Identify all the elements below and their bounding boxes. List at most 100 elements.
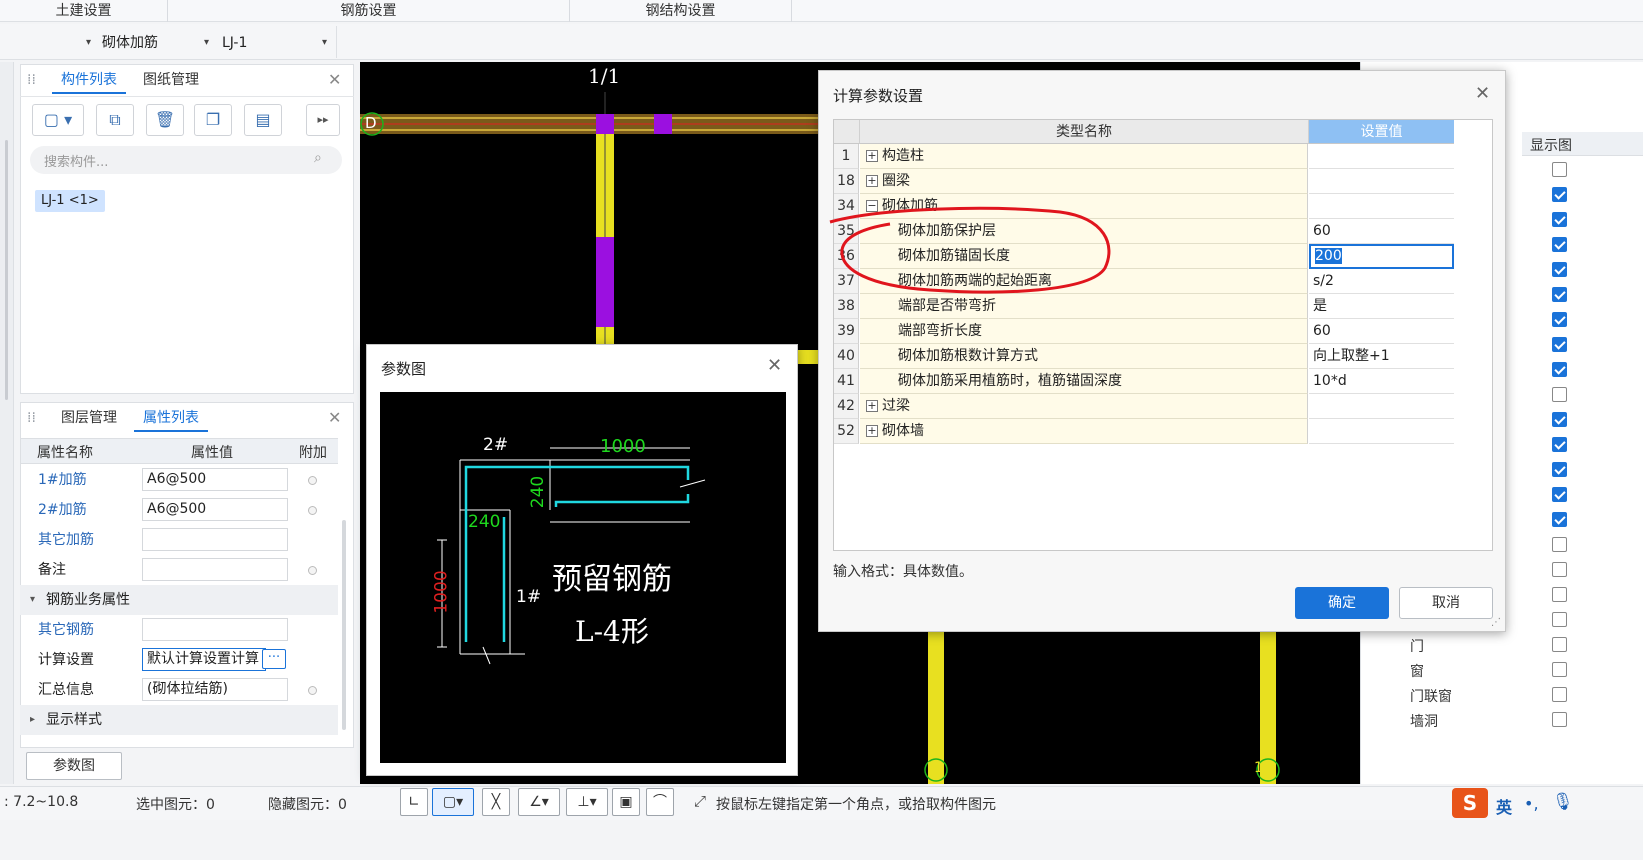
component-item-lj-1[interactable]: LJ-1 <1> [35,190,105,212]
save-icon[interactable]: ▤ [244,104,282,136]
param-row[interactable]: 39 端部弯折长度 60 [834,319,1454,344]
close-icon[interactable]: ✕ [328,408,341,427]
ok-button[interactable]: 确定 [1295,587,1389,619]
visibility-checkbox[interactable] [1552,712,1567,727]
property-value-input[interactable]: 默认计算设置计算 [142,648,266,671]
search-icon[interactable]: ⌕ [314,150,322,166]
property-value-input[interactable]: A6@500 [142,498,288,521]
param-value-cell[interactable]: 200 [1309,244,1454,269]
tab-civil-settings[interactable]: 土建设置 [0,0,168,22]
param-value-cell[interactable] [1309,394,1454,419]
close-icon[interactable]: ✕ [767,355,782,376]
tab-rebar-settings[interactable]: 钢筋设置 [168,0,570,22]
visibility-checkbox[interactable] [1552,462,1567,477]
search-box[interactable]: 搜索构件... ⌕ [30,146,342,174]
visibility-checkbox[interactable] [1552,212,1567,227]
tree-item-window[interactable]: 窗 [1410,661,1424,681]
visibility-checkbox[interactable] [1552,337,1567,352]
ortho-icon[interactable]: ∟ [400,788,428,816]
tab-steel-settings[interactable]: 钢结构设置 [570,0,792,22]
extra-radio[interactable] [308,506,317,515]
snap-icon[interactable]: ⊥▾ [566,788,608,816]
component-select[interactable]: LJ-1 [222,30,247,56]
visibility-checkbox[interactable] [1552,662,1567,677]
more-icon[interactable]: ▸▸ [306,104,340,136]
param-row[interactable]: 18 + 圈梁 [834,169,1454,194]
visibility-checkbox[interactable] [1552,162,1567,177]
punctuation-icon[interactable]: •, [1524,794,1539,813]
expand-arrow-icon[interactable]: ▸ [30,705,35,735]
visibility-checkbox[interactable] [1552,687,1567,702]
cross-select-icon[interactable]: ╳ [482,788,510,816]
property-group-display[interactable]: ▸ 显示样式 [20,705,338,735]
visibility-checkbox[interactable] [1552,187,1567,202]
param-value-cell[interactable]: 10*d [1309,369,1454,394]
scrollbar[interactable] [342,520,346,730]
expand-icon[interactable]: + [866,175,878,187]
arc-icon[interactable]: ⌒ [646,788,674,816]
visibility-checkbox[interactable] [1552,612,1567,627]
param-value-cell[interactable]: 向上取整+1 [1309,344,1454,369]
ellipsis-button-icon[interactable]: ··· [262,649,286,669]
extra-radio[interactable] [308,686,317,695]
close-icon[interactable]: ✕ [1475,83,1490,104]
microphone-icon[interactable]: 🎙 [1552,792,1574,812]
property-group-rebar[interactable]: ▾ 钢筋业务属性 [20,585,338,615]
property-value-input[interactable]: A6@500 [142,468,288,491]
search-input[interactable]: 搜索构件... [44,151,108,170]
param-row[interactable]: 41 砌体加筋采用植筋时，植筋锚固深度 10*d [834,369,1454,394]
param-value-cell[interactable] [1309,194,1454,219]
rect-select-icon[interactable]: ▢▾ [432,788,474,816]
visibility-checkbox[interactable] [1552,637,1567,652]
param-value-cell[interactable] [1309,419,1454,444]
expand-icon[interactable]: + [866,425,878,437]
close-icon[interactable]: ✕ [328,70,341,89]
visibility-checkbox[interactable] [1552,587,1567,602]
visibility-checkbox[interactable] [1552,362,1567,377]
expand-icon[interactable]: + [866,150,878,162]
visibility-checkbox[interactable] [1552,512,1567,527]
tree-item-door-window[interactable]: 门联窗 [1410,686,1452,706]
visibility-checkbox[interactable] [1552,537,1567,552]
visibility-checkbox[interactable] [1552,562,1567,577]
property-value-input[interactable] [142,558,288,581]
param-value-cell[interactable]: 60 [1309,219,1454,244]
drag-handle-icon[interactable]: ⁞⁞ [27,72,36,88]
tab-drawing-management[interactable]: 图纸管理 [134,66,208,94]
ime-logo-icon[interactable]: S [1452,788,1488,818]
scrollbar[interactable] [5,140,8,400]
tree-item-door[interactable]: 门 [1410,636,1424,656]
collapse-arrow-icon[interactable]: ▾ [30,585,35,615]
param-value-cell[interactable] [1309,144,1454,169]
tab-property-list[interactable]: 属性列表 [134,404,208,432]
visibility-checkbox[interactable] [1552,487,1567,502]
angle-icon[interactable]: ∠▾ [518,788,560,816]
dropdown-arrow-icon[interactable]: ▾ [86,30,91,56]
expand-icon[interactable]: + [866,400,878,412]
param-row[interactable]: 40 砌体加筋根数计算方式 向上取整+1 [834,344,1454,369]
visibility-checkbox[interactable] [1552,437,1567,452]
delete-icon[interactable]: 🗑 [146,104,184,136]
tab-component-list[interactable]: 构件列表 [52,66,126,94]
drag-handle-icon[interactable]: ⁞⁞ [27,410,36,426]
layer-icon[interactable]: ▣ [612,788,640,816]
copy-icon[interactable]: ⧉ [96,104,134,136]
property-value-input[interactable] [142,528,288,551]
extra-radio[interactable] [308,476,317,485]
visibility-checkbox[interactable] [1552,262,1567,277]
category-select[interactable]: 砌体加筋 [102,30,158,56]
visibility-checkbox[interactable] [1552,237,1567,252]
param-row[interactable]: 1 + 构造柱 [834,144,1454,169]
param-value-cell[interactable]: 60 [1309,319,1454,344]
ime-language[interactable]: 英 [1496,794,1512,818]
property-value-input[interactable]: (砌体拉结筋) [142,678,288,701]
property-value-input[interactable] [142,618,288,641]
layer-copy-icon[interactable]: ❐ [194,104,232,136]
extra-radio[interactable] [308,566,317,575]
visibility-checkbox[interactable] [1552,287,1567,302]
tree-item-wall-opening[interactable]: 墙洞 [1410,711,1438,731]
dropdown-arrow-icon[interactable]: ▾ [322,30,327,56]
param-row[interactable]: 52 + 砌体墙 [834,419,1454,444]
dropdown-arrow-icon[interactable]: ▾ [204,30,209,56]
param-diagram-button[interactable]: 参数图 [26,752,122,780]
